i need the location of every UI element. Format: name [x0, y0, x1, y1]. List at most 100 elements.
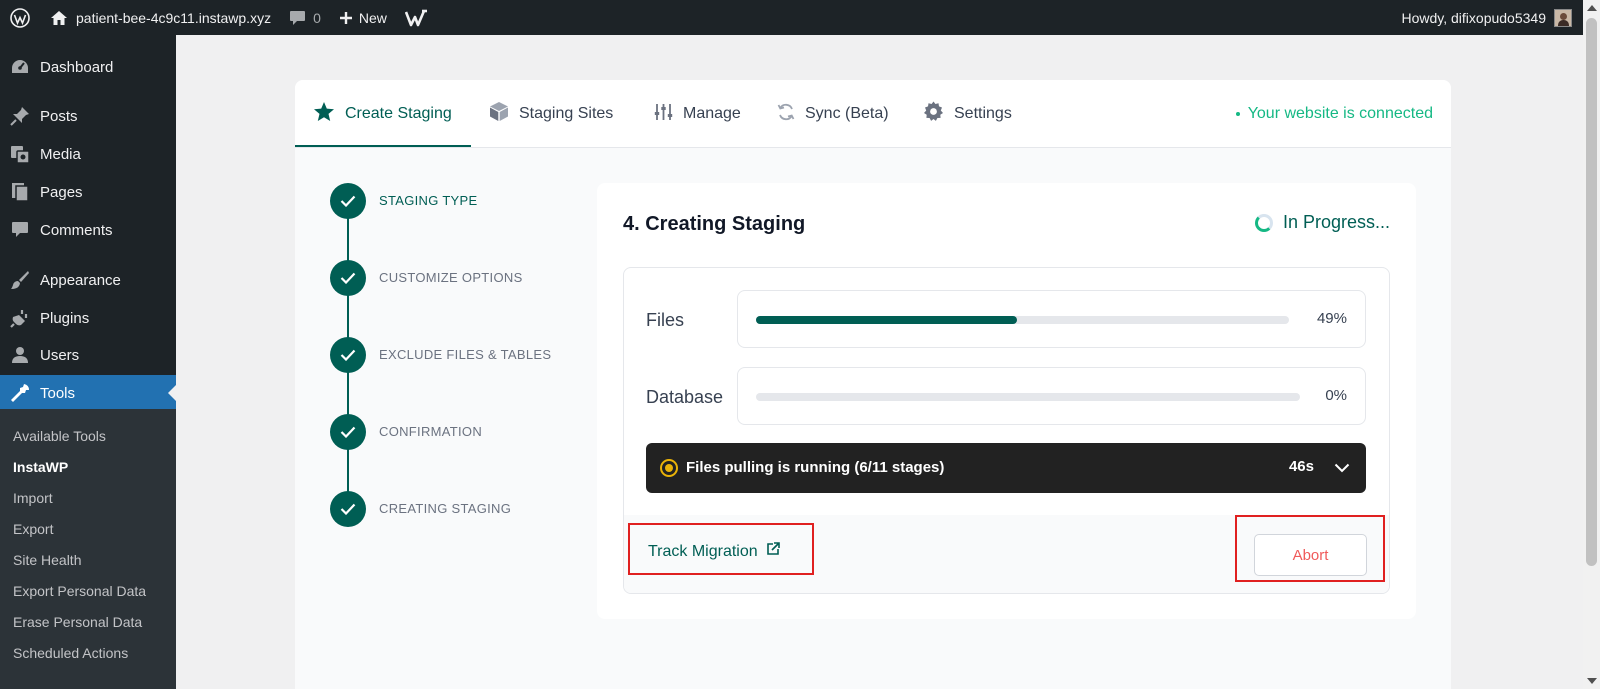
comments-link[interactable]: 0	[280, 0, 330, 35]
files-label: Files	[646, 310, 685, 330]
submenu-export-personal-data[interactable]: Export Personal Data	[13, 583, 146, 599]
sidebar-item-users[interactable]: Users	[0, 337, 176, 373]
avatar	[1554, 8, 1572, 27]
sidebar-label: Pages	[40, 183, 83, 201]
plugin-icon	[0, 308, 40, 328]
scroll-up-icon[interactable]	[1587, 5, 1597, 11]
check-icon	[330, 183, 366, 219]
submenu-site-health[interactable]: Site Health	[13, 552, 81, 568]
pages-icon	[0, 182, 40, 202]
scrollbar-thumb[interactable]	[1586, 18, 1597, 566]
submenu-export[interactable]: Export	[13, 521, 53, 537]
creating-staging-panel: 4. Creating Staging In Progress... Files…	[597, 183, 1416, 619]
admin-sidebar: Dashboard Posts Media Pages Comments App…	[0, 35, 176, 689]
running-indicator-icon	[660, 459, 678, 477]
progress-status-text: In Progress...	[1282, 212, 1390, 232]
sidebar-item-appearance[interactable]: Appearance	[0, 262, 176, 298]
sidebar-label: Comments	[40, 221, 113, 239]
brush-icon	[0, 270, 40, 290]
external-link-icon	[766, 542, 780, 561]
wordpress-logo-icon[interactable]	[0, 0, 40, 35]
status-dot-icon	[1235, 112, 1240, 116]
sidebar-label: Users	[40, 346, 80, 364]
sidebar-label: Plugins	[40, 309, 90, 327]
sidebar-item-tools[interactable]: Tools	[0, 375, 176, 411]
step-exclude-files-tables: EXCLUDE FILES & TABLES	[330, 337, 551, 373]
step-creating-staging: CREATING STAGING	[330, 491, 511, 527]
spinner-icon	[1254, 213, 1273, 232]
comment-bubble-icon	[289, 10, 306, 26]
dashboard-icon	[0, 58, 40, 76]
step-confirmation: CONFIRMATION	[330, 414, 482, 450]
howdy-text: Howdy, difixopudo5349	[1401, 9, 1546, 26]
running-status-text: Files pulling is running (6/11 stages)	[686, 459, 945, 476]
user-icon	[0, 346, 40, 364]
plus-icon	[339, 11, 353, 25]
progress-box: Files 49% Database 0% Files pulling is r…	[623, 267, 1390, 594]
files-progress-fill	[756, 316, 1018, 324]
elapsed-time: 46s	[1288, 458, 1314, 475]
sliders-icon	[654, 103, 673, 126]
files-progress-box: 49%	[737, 290, 1366, 348]
new-content-link[interactable]: New	[330, 0, 396, 35]
files-percent: 49%	[1316, 310, 1347, 327]
tab-label: Staging Sites	[519, 105, 614, 122]
chevron-down-icon[interactable]	[1334, 460, 1350, 478]
tab-label: Create Staging	[345, 105, 452, 122]
check-icon	[330, 491, 366, 527]
sidebar-item-comments[interactable]: Comments	[0, 212, 176, 248]
files-progress-track	[756, 316, 1289, 324]
submenu-import[interactable]: Import	[13, 490, 53, 506]
track-migration-label: Track Migration	[648, 542, 758, 560]
tab-settings[interactable]: Settings	[923, 80, 1012, 148]
submenu-instawp[interactable]: InstaWP	[13, 459, 68, 475]
panel-footer: Track Migration Abort	[624, 515, 1389, 593]
tab-create-staging[interactable]: Create Staging	[313, 80, 452, 148]
tools-submenu: Available Tools InstaWP Import Export Si…	[0, 409, 176, 689]
submenu-scheduled-actions[interactable]: Scheduled Actions	[13, 645, 128, 661]
tab-label: Manage	[683, 105, 741, 122]
home-icon	[50, 10, 68, 26]
sidebar-item-dashboard[interactable]: Dashboard	[0, 49, 176, 85]
track-migration-link[interactable]: Track Migration	[648, 542, 780, 561]
page-scrollbar[interactable]	[1583, 0, 1600, 689]
instawp-logo-icon[interactable]	[396, 0, 438, 35]
sidebar-label: Dashboard	[40, 58, 114, 76]
step-staging-type: STAGING TYPE	[330, 183, 477, 219]
comment-icon	[0, 221, 40, 239]
sidebar-item-media[interactable]: Media	[0, 136, 176, 172]
site-name-link[interactable]: patient-bee-4c9c11.instawp.xyz	[40, 0, 280, 35]
cube-icon	[489, 101, 509, 127]
tab-sync-beta[interactable]: Sync (Beta)	[777, 80, 889, 148]
star-icon	[313, 101, 335, 127]
site-name: patient-bee-4c9c11.instawp.xyz	[76, 9, 272, 26]
submenu-available-tools[interactable]: Available Tools	[13, 428, 106, 444]
sidebar-item-pages[interactable]: Pages	[0, 174, 176, 210]
active-tab-indicator	[295, 145, 471, 147]
tab-bar: Create Staging Staging Sites Manage Sync…	[295, 80, 1451, 148]
instawp-card: Create Staging Staging Sites Manage Sync…	[295, 80, 1451, 689]
step-label: EXCLUDE FILES & TABLES	[379, 347, 552, 362]
check-icon	[330, 260, 366, 296]
comments-count: 0	[313, 9, 321, 26]
scroll-down-icon[interactable]	[1587, 678, 1597, 684]
step-customize-options: CUSTOMIZE OPTIONS	[330, 260, 522, 296]
check-icon	[330, 414, 366, 450]
check-icon	[330, 337, 366, 373]
migration-status-bar[interactable]: Files pulling is running (6/11 stages) 4…	[646, 443, 1366, 493]
tab-manage[interactable]: Manage	[654, 80, 741, 148]
my-account-menu[interactable]: Howdy, difixopudo5349	[1392, 0, 1600, 35]
wrench-icon	[0, 383, 40, 403]
sidebar-item-posts[interactable]: Posts	[0, 98, 176, 134]
panel-title: 4. Creating Staging	[623, 213, 806, 235]
submenu-erase-personal-data[interactable]: Erase Personal Data	[13, 614, 142, 630]
sync-icon	[777, 103, 795, 126]
sidebar-label: Posts	[40, 107, 78, 125]
media-icon	[0, 144, 40, 164]
connection-status: Your website is connected	[1235, 80, 1433, 148]
abort-button[interactable]: Abort	[1254, 534, 1367, 576]
step-label: CUSTOMIZE OPTIONS	[379, 270, 523, 285]
tab-staging-sites[interactable]: Staging Sites	[489, 80, 613, 148]
step-label: CONFIRMATION	[379, 424, 483, 439]
sidebar-item-plugins[interactable]: Plugins	[0, 300, 176, 336]
